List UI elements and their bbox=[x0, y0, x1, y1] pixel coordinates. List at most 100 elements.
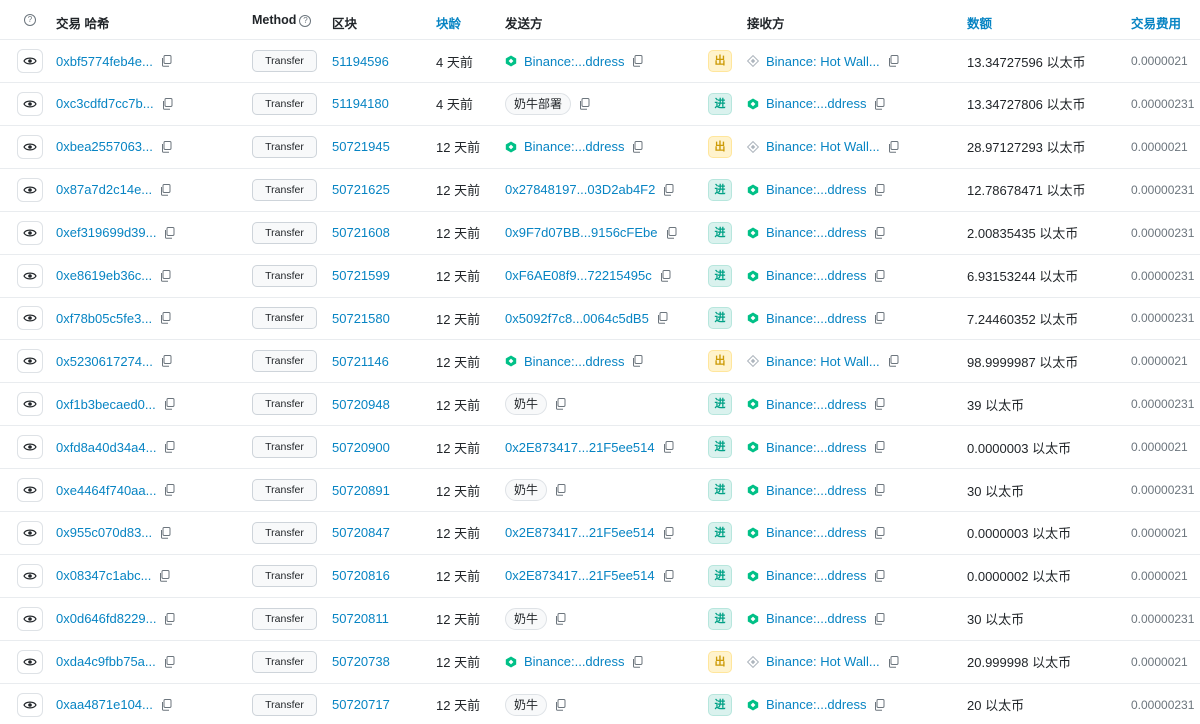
block-link[interactable]: 50721945 bbox=[332, 139, 390, 154]
copy-icon[interactable] bbox=[874, 569, 885, 582]
tx-hash-link[interactable]: 0x0d646fd8229... bbox=[56, 611, 156, 626]
copy-icon[interactable] bbox=[888, 355, 899, 368]
to-address-link[interactable]: Binance: Hot Wall... bbox=[766, 654, 880, 669]
copy-icon[interactable] bbox=[666, 226, 677, 239]
block-link[interactable]: 50721625 bbox=[332, 182, 390, 197]
view-details-button[interactable] bbox=[17, 520, 43, 545]
copy-icon[interactable] bbox=[874, 97, 885, 110]
block-link[interactable]: 50720891 bbox=[332, 483, 390, 498]
block-link[interactable]: 50720811 bbox=[332, 611, 389, 626]
view-details-button[interactable] bbox=[17, 349, 43, 374]
copy-icon[interactable] bbox=[160, 526, 171, 539]
tx-hash-link[interactable]: 0xf78b05c5fe3... bbox=[56, 311, 152, 326]
to-address-link[interactable]: Binance:...ddress bbox=[766, 568, 866, 583]
tx-hash-link[interactable]: 0xbea2557063... bbox=[56, 139, 153, 154]
copy-icon[interactable] bbox=[888, 55, 899, 67]
from-address-link[interactable]: 0xF6AE08f9...72215495c bbox=[505, 268, 652, 283]
from-tag[interactable]: 奶牛 bbox=[505, 479, 548, 501]
from-tag[interactable]: 奶牛 bbox=[505, 607, 548, 630]
to-address-link[interactable]: Binance:...ddress bbox=[766, 440, 866, 455]
copy-icon[interactable] bbox=[632, 140, 643, 153]
copy-icon[interactable] bbox=[555, 698, 566, 711]
copy-icon[interactable] bbox=[874, 226, 885, 239]
copy-icon[interactable] bbox=[663, 183, 674, 196]
block-link[interactable]: 50720816 bbox=[332, 568, 390, 583]
tx-hash-link[interactable]: 0xda4c9fbb75a... bbox=[56, 654, 156, 669]
view-details-button[interactable] bbox=[17, 134, 43, 159]
copy-icon[interactable] bbox=[874, 312, 885, 325]
copy-icon[interactable] bbox=[874, 398, 885, 410]
view-details-button[interactable] bbox=[17, 649, 43, 674]
copy-icon[interactable] bbox=[657, 312, 668, 325]
copy-icon[interactable] bbox=[160, 312, 171, 325]
copy-icon[interactable] bbox=[874, 612, 885, 625]
copy-icon[interactable] bbox=[161, 55, 172, 67]
view-details-button[interactable] bbox=[17, 692, 43, 717]
copy-icon[interactable] bbox=[663, 441, 674, 453]
copy-icon[interactable] bbox=[555, 398, 566, 410]
to-address-link[interactable]: Binance:...ddress bbox=[766, 397, 866, 412]
from-address-link[interactable]: 0x2E873417...21F5ee514 bbox=[505, 525, 655, 540]
tx-hash-link[interactable]: 0xef319699d39... bbox=[56, 225, 156, 240]
view-details-button[interactable] bbox=[17, 306, 43, 331]
copy-icon[interactable] bbox=[161, 355, 172, 368]
copy-icon[interactable] bbox=[555, 484, 566, 496]
to-address-link[interactable]: Binance: Hot Wall... bbox=[766, 139, 880, 154]
copy-icon[interactable] bbox=[164, 612, 175, 625]
copy-icon[interactable] bbox=[164, 398, 175, 410]
view-details-button[interactable] bbox=[17, 435, 43, 460]
copy-icon[interactable] bbox=[663, 526, 674, 539]
copy-icon[interactable] bbox=[161, 698, 172, 711]
from-address-link[interactable]: 0x27848197...03D2ab4F2 bbox=[505, 182, 655, 197]
copy-icon[interactable] bbox=[161, 140, 172, 153]
from-tag[interactable]: 奶牛 bbox=[505, 393, 548, 416]
copy-icon[interactable] bbox=[555, 612, 566, 625]
copy-icon[interactable] bbox=[162, 97, 173, 110]
tx-hash-link[interactable]: 0xc3cdfd7cc7b... bbox=[56, 96, 154, 111]
view-details-button[interactable] bbox=[17, 606, 43, 631]
block-link[interactable]: 50720900 bbox=[332, 440, 390, 455]
view-details-button[interactable] bbox=[17, 49, 43, 73]
header-age-toggle[interactable]: 块龄 bbox=[436, 13, 461, 32]
copy-icon[interactable] bbox=[874, 183, 885, 196]
copy-icon[interactable] bbox=[663, 569, 674, 582]
block-link[interactable]: 50721608 bbox=[332, 225, 390, 240]
view-details-button[interactable] bbox=[17, 177, 43, 202]
copy-icon[interactable] bbox=[164, 441, 175, 453]
tx-hash-link[interactable]: 0xf1b3becaed0... bbox=[56, 397, 156, 412]
tx-hash-link[interactable]: 0xfd8a40d34a4... bbox=[56, 440, 156, 455]
tx-hash-link[interactable]: 0xe8619eb36c... bbox=[56, 268, 152, 283]
tx-hash-link[interactable]: 0x87a7d2c14e... bbox=[56, 182, 152, 197]
to-address-link[interactable]: Binance: Hot Wall... bbox=[766, 54, 880, 69]
from-address-link[interactable]: Binance:...ddress bbox=[524, 654, 624, 669]
from-address-link[interactable]: 0x2E873417...21F5ee514 bbox=[505, 440, 655, 455]
block-link[interactable]: 50721599 bbox=[332, 268, 390, 283]
from-address-link[interactable]: 0x9F7d07BB...9156cFEbe bbox=[505, 225, 658, 240]
header-fee-toggle[interactable]: 交易费用 bbox=[1131, 13, 1181, 32]
copy-icon[interactable] bbox=[160, 269, 171, 282]
from-tag[interactable]: 奶牛部署 bbox=[505, 92, 572, 115]
copy-icon[interactable] bbox=[164, 484, 175, 496]
to-address-link[interactable]: Binance:...ddress bbox=[766, 311, 866, 326]
copy-icon[interactable] bbox=[579, 97, 590, 110]
to-address-link[interactable]: Binance:...ddress bbox=[766, 182, 866, 197]
copy-icon[interactable] bbox=[874, 526, 885, 539]
copy-icon[interactable] bbox=[632, 355, 643, 368]
copy-icon[interactable] bbox=[874, 441, 885, 453]
copy-icon[interactable] bbox=[160, 183, 171, 196]
view-details-button[interactable] bbox=[17, 478, 43, 502]
copy-icon[interactable] bbox=[159, 569, 170, 582]
block-link[interactable]: 50721146 bbox=[332, 354, 389, 369]
tx-hash-link[interactable]: 0x5230617274... bbox=[56, 354, 153, 369]
block-link[interactable]: 50721580 bbox=[332, 311, 390, 326]
to-address-link[interactable]: Binance:...ddress bbox=[766, 611, 866, 626]
from-address-link[interactable]: Binance:...ddress bbox=[524, 354, 624, 369]
from-address-link[interactable]: 0x5092f7c8...0064c5dB5 bbox=[505, 311, 649, 326]
copy-icon[interactable] bbox=[888, 140, 899, 153]
block-link[interactable]: 50720847 bbox=[332, 525, 390, 540]
tx-hash-link[interactable]: 0x08347c1abc... bbox=[56, 568, 151, 583]
block-link[interactable]: 51194180 bbox=[332, 96, 389, 111]
tx-hash-link[interactable]: 0xaa4871e104... bbox=[56, 697, 153, 712]
copy-icon[interactable] bbox=[164, 226, 175, 239]
from-address-link[interactable]: Binance:...ddress bbox=[524, 139, 624, 154]
